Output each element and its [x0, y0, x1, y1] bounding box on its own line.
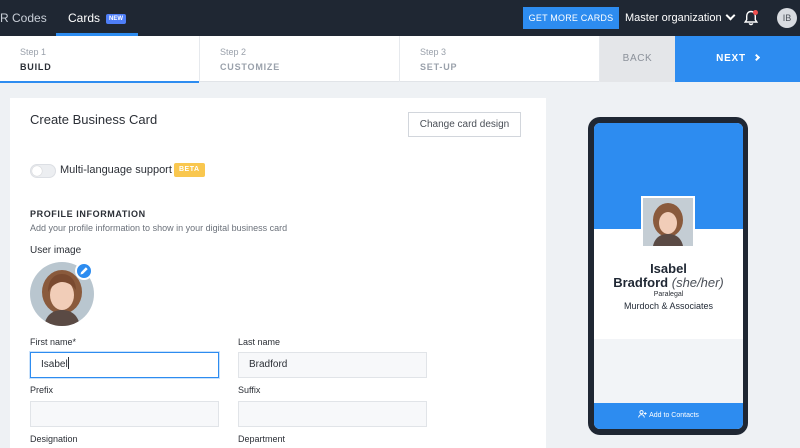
department-label: Department: [238, 434, 286, 444]
suffix-label: Suffix: [238, 385, 261, 395]
step-label: SET-UP: [420, 62, 458, 72]
last-name-input[interactable]: Bradford: [238, 352, 427, 378]
back-button[interactable]: BACK: [600, 36, 675, 82]
form-panel: Create Business Card Change card design …: [10, 98, 546, 448]
new-badge: NEW: [106, 14, 127, 24]
card-last-name-line: Bradford (she/her): [594, 276, 743, 290]
chevron-down-icon: [725, 10, 736, 21]
step-set-up[interactable]: Step 3 SET-UP: [400, 36, 600, 82]
prefix-input[interactable]: [30, 401, 219, 427]
add-to-contacts-button[interactable]: Add to Contacts: [594, 403, 743, 429]
step-label: BUILD: [20, 62, 52, 72]
first-name-label: First name*: [30, 337, 77, 347]
card-pronouns: (she/her): [671, 275, 724, 290]
organization-name: Master organization: [625, 12, 722, 24]
tab-cards[interactable]: Cards NEW: [56, 0, 138, 36]
section-title: PROFILE INFORMATION: [30, 209, 146, 219]
card-photo: [641, 196, 695, 248]
tab-qr-codes-label: R Codes: [0, 11, 47, 25]
card-role: Paralegal: [653, 291, 684, 298]
multi-language-label: Multi-language support: [60, 164, 172, 176]
get-more-cards-button[interactable]: GET MORE CARDS: [523, 7, 619, 29]
edit-image-button[interactable]: [75, 262, 93, 280]
step-number: Step 2: [220, 47, 247, 57]
tab-qr-codes[interactable]: R Codes: [0, 0, 47, 36]
step-number: Step 3: [420, 47, 447, 57]
next-button-label: NEXT: [716, 53, 746, 64]
user-image-label: User image: [30, 245, 82, 256]
multi-language-toggle[interactable]: [30, 164, 56, 178]
card-name: Isabel Bradford (she/her): [594, 262, 743, 290]
next-button[interactable]: NEXT: [675, 36, 800, 82]
prefix-label: Prefix: [30, 385, 54, 395]
top-nav: R Codes Cards NEW GET MORE CARDS Master o…: [0, 0, 800, 36]
page-title: Create Business Card: [30, 112, 158, 127]
add-contact-icon: [638, 410, 647, 418]
last-name-label: Last name: [238, 337, 281, 347]
pencil-icon: [80, 267, 88, 275]
avatar[interactable]: IB: [777, 8, 797, 28]
card-first-name: Isabel: [650, 261, 687, 276]
beta-badge: BETA: [174, 163, 205, 177]
text-cursor: [67, 357, 69, 369]
step-number: Step 1: [20, 47, 47, 57]
card-preview-screen: Isabel Bradford (she/her) Paralegal Murd…: [594, 123, 743, 429]
first-name-input[interactable]: Isabel: [30, 352, 219, 378]
tab-cards-label: Cards: [68, 11, 101, 25]
designation-label: Designation: [30, 434, 78, 444]
chevron-right-icon: [752, 53, 760, 62]
suffix-input[interactable]: [238, 401, 427, 427]
notification-dot: [753, 10, 758, 15]
step-label: CUSTOMIZE: [220, 62, 281, 72]
step-build[interactable]: Step 1 BUILD: [0, 36, 200, 83]
organization-selector[interactable]: Master organization: [625, 0, 736, 36]
change-card-design-button[interactable]: Change card design: [408, 112, 521, 137]
section-subtitle: Add your profile information to show in …: [30, 223, 288, 233]
card-portrait: [643, 198, 693, 246]
first-name-value: Isabel: [41, 359, 68, 370]
add-to-contacts-label: Add to Contacts: [649, 412, 699, 419]
card-last-name: Bradford: [613, 275, 669, 290]
step-customize[interactable]: Step 2 CUSTOMIZE: [200, 36, 400, 82]
card-company: Murdoch & Associates: [623, 301, 714, 311]
